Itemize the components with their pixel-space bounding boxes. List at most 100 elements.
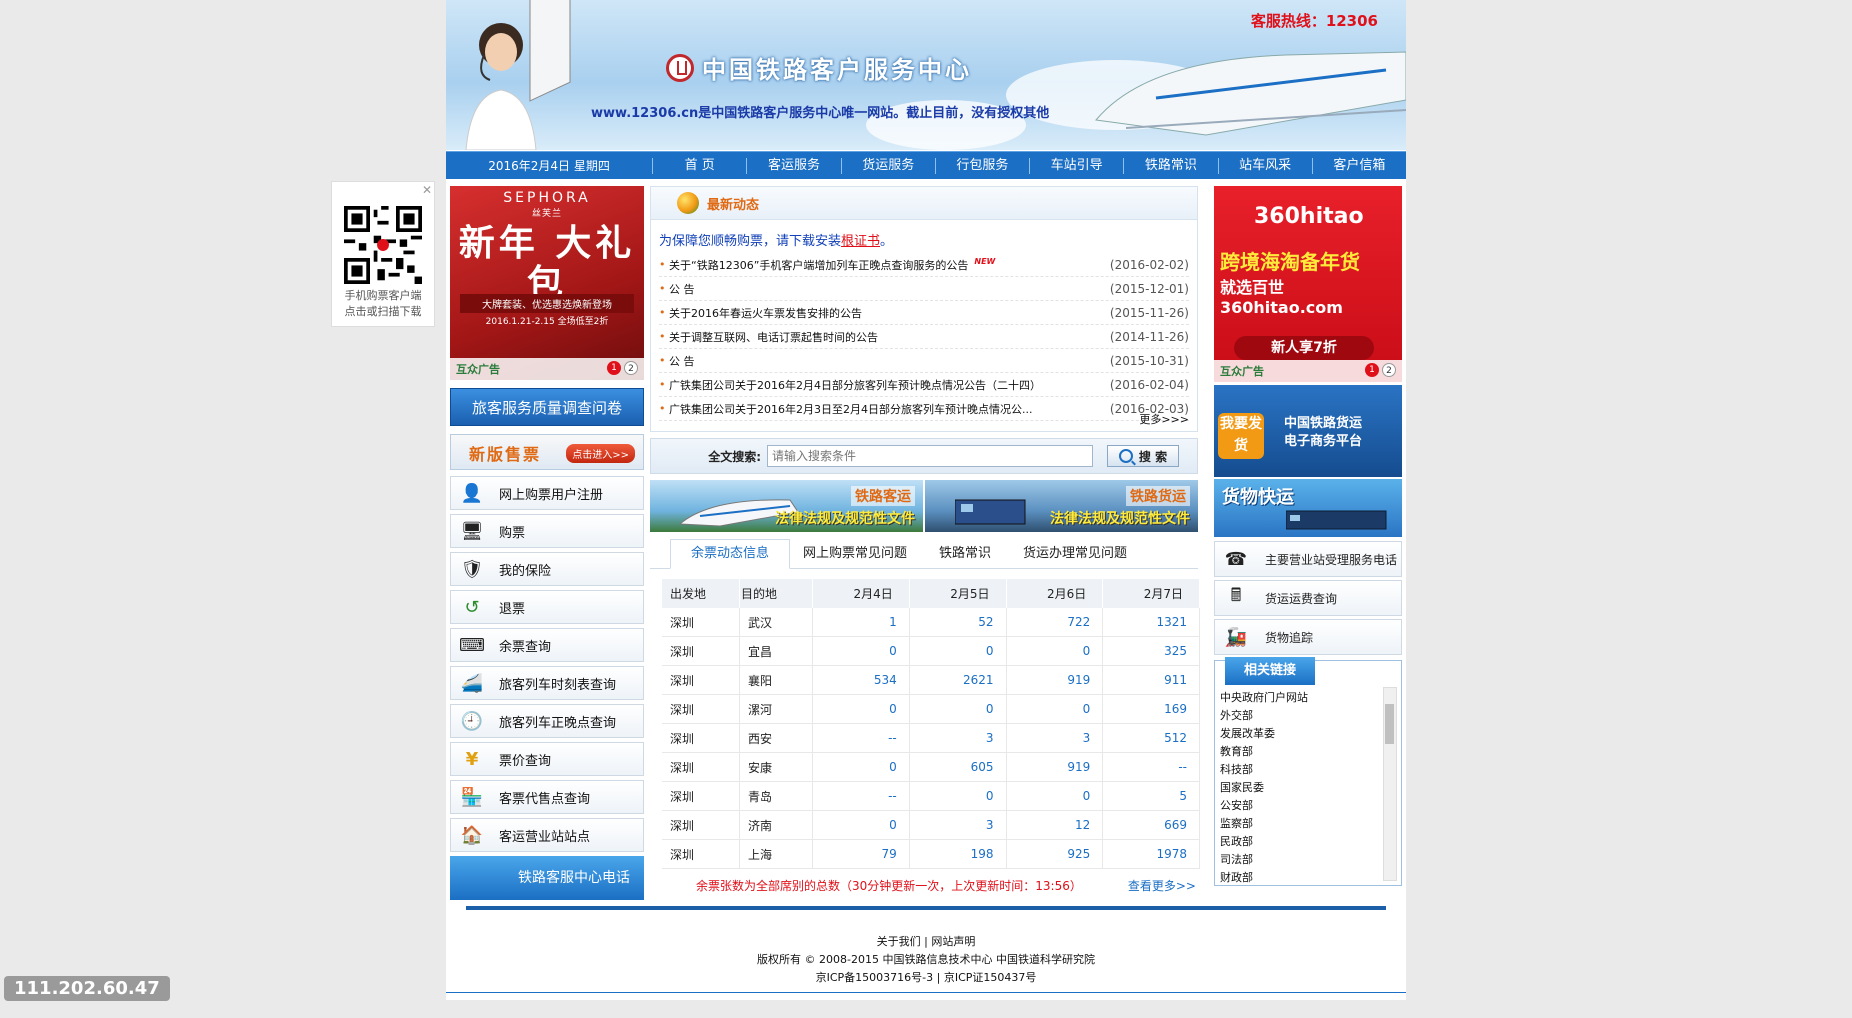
table-more-link[interactable]: 查看更多>> <box>1128 877 1196 894</box>
related-link[interactable]: 外交部 <box>1220 707 1308 725</box>
hitao-ad[interactable]: 360hitao 跨境海淘备年货 就选百世360hitao.com 新人享7折 … <box>1214 186 1402 382</box>
service-phone-banner[interactable]: 铁路客服中心电话 <box>450 856 644 900</box>
related-link[interactable]: 公安部 <box>1220 797 1308 815</box>
menu-label: 货物追踪 <box>1265 630 1314 645</box>
news-item[interactable]: • 关于调整互联网、电话订票起售时间的公告 (2014-11-26) <box>659 325 1189 349</box>
site-logo[interactable]: 中国铁路客户服务中心 <box>666 50 972 85</box>
survey-button[interactable]: 旅客服务质量调查问卷 <box>450 388 644 426</box>
sephora-ad[interactable]: SEPHORA 丝芙兰 新年 大礼包 大牌套装、优选惠选焕新登场 2016.1.2… <box>450 186 644 380</box>
express-freight-banner[interactable]: 货物快运 <box>1214 479 1402 537</box>
related-link[interactable]: 国家民委 <box>1220 779 1308 797</box>
enter-button[interactable]: 点击进入>> <box>566 444 635 463</box>
menu-item-fare[interactable]: ¥ 票价查询 <box>450 742 644 776</box>
ticket-count-cell: 3 <box>909 810 1007 840</box>
ticket-count-cell: 0 <box>812 694 910 724</box>
related-link[interactable]: 财政部 <box>1220 869 1308 887</box>
news-title-text[interactable]: 公 告 <box>669 281 1093 297</box>
news-title-text[interactable]: 关于2016年春运火车票发售安排的公告 <box>669 305 1093 321</box>
links-scrollbar[interactable] <box>1383 687 1397 881</box>
menu-item-tracking[interactable]: 🚂 货物追踪 <box>1214 619 1402 655</box>
ad-slide-dot[interactable]: 1 <box>607 361 621 375</box>
ticket-count-cell: 512 <box>1102 723 1200 753</box>
origin-cell: 深圳 <box>662 694 740 724</box>
search-label: 全文搜索: <box>708 449 761 464</box>
tab-railway-knowledge[interactable]: 铁路常识 <box>920 540 1010 568</box>
ad-slide-dot[interactable]: 2 <box>1382 363 1396 377</box>
law-banners: 铁路客运 法律法规及规范性文件 铁路货运 法律法规及规范性文件 <box>650 480 1198 532</box>
table-body: 深圳 武汉 1 52 722 1321 深圳 宜昌 0 0 0 325 深圳 襄阳 534 2621 919 91… <box>662 608 1200 869</box>
ticket-count-cell: 605 <box>909 752 1007 782</box>
tab-freight-faq[interactable]: 货运办理常见问题 <box>1010 540 1140 568</box>
ad-footer: 互众广告 12 <box>450 358 644 380</box>
news-item[interactable]: • 广铁集团公司关于2016年2月3日至2月4日部分旅客列车预计晚点情况公...(… <box>659 397 1189 421</box>
tab-online-faq[interactable]: 网上购票常见问题 <box>790 540 920 568</box>
related-link[interactable]: 教育部 <box>1220 743 1308 761</box>
bullet-icon: • <box>659 282 666 295</box>
ticket-count-cell: 911 <box>1102 665 1200 695</box>
related-link[interactable]: 监察部 <box>1220 815 1308 833</box>
news-item[interactable]: • 公 告 (2015-12-01) <box>659 277 1189 301</box>
search-button[interactable]: 搜 索 <box>1107 445 1179 467</box>
tagline: www.12306.cn是中国铁路客户服务中心唯一网站。截止目前，没有授权其他 <box>591 102 1049 121</box>
root-cert-link[interactable]: 根证书 <box>841 234 880 249</box>
related-link[interactable]: 司法部 <box>1220 851 1308 869</box>
tab-remaining-tickets[interactable]: 余票动态信息 <box>670 539 790 569</box>
menu-item-timetable[interactable]: 🚄 旅客列车时刻表查询 <box>450 666 644 700</box>
news-item[interactable]: • 公 告 (2015-10-31) <box>659 349 1189 373</box>
nav-station-style[interactable]: 站车风采 <box>1217 157 1312 174</box>
footer-links[interactable]: 关于我们 | 网站声明 <box>446 933 1406 951</box>
news-title-text[interactable]: 关于“铁路12306”手机客户端增加列车正晚点查询服务的公告 NEW <box>669 257 1093 273</box>
menu-item-register[interactable]: 👤 网上购票用户注册 <box>450 476 644 510</box>
related-link[interactable]: 中央政府门户网站 <box>1220 689 1308 707</box>
right-menu: ☎ 主要营业站受理服务电话 🖩 货运运费查询 🚂 货物追踪 <box>1214 541 1402 655</box>
news-more-link[interactable]: 更多>>> <box>1139 411 1189 427</box>
law-text: 法律法规及规范性文件 <box>775 511 915 527</box>
search-input[interactable] <box>767 445 1093 467</box>
news-title-text[interactable]: 公 告 <box>669 353 1093 369</box>
table-row: 深圳 青岛 -- 0 0 5 <box>662 781 1200 811</box>
ad-slide-dot[interactable]: 2 <box>624 361 638 375</box>
nav-luggage-service[interactable]: 行包服务 <box>934 157 1029 174</box>
nav-station-guide[interactable]: 车站引导 <box>1029 157 1123 174</box>
new-ticketing-banner[interactable]: 新版售票 点击进入>> <box>450 434 644 470</box>
nav-freight-service[interactable]: 货运服务 <box>840 157 935 174</box>
scrollbar-thumb[interactable] <box>1385 704 1394 744</box>
menu-item-stations[interactable]: 🏠 客运营业站站点 <box>450 818 644 852</box>
freight-law-banner[interactable]: 铁路货运 法律法规及规范性文件 <box>925 480 1198 532</box>
related-link[interactable]: 发展改革委 <box>1220 725 1308 743</box>
bottom-border <box>446 992 1406 993</box>
shop-icon: 🏪 <box>460 786 484 808</box>
passenger-law-banner[interactable]: 铁路客运 法律法规及规范性文件 <box>650 480 923 532</box>
menu-item-refund[interactable]: ↺ 退票 <box>450 590 644 624</box>
news-title-text[interactable]: 广铁集团公司关于2016年2月3日至2月4日部分旅客列车预计晚点情况公... <box>669 401 1093 417</box>
price-icon: ¥ <box>465 748 479 770</box>
news-item[interactable]: • 关于2016年春运火车票发售安排的公告 (2015-11-26) <box>659 301 1189 325</box>
menu-item-buy[interactable]: 🖥 购票 <box>450 514 644 548</box>
nav-home[interactable]: 首 页 <box>652 157 746 174</box>
nav-passenger-service[interactable]: 客运服务 <box>746 157 840 174</box>
news-item[interactable]: • 关于“铁路12306”手机客户端增加列车正晚点查询服务的公告 NEW (2016-… <box>659 253 1189 277</box>
qr-download-widget[interactable]: ✕ 手机购票客户端 点击或扫描下载 <box>331 181 435 327</box>
news-date: (2015-10-31) <box>1109 353 1189 368</box>
freight-ecommerce-banner[interactable]: 我要发货 中国铁路货运 电子商务平台 <box>1214 385 1402 477</box>
menu-item-delay[interactable]: 🕘 旅客列车正晚点查询 <box>450 704 644 738</box>
news-title-text[interactable]: 关于调整互联网、电话订票起售时间的公告 <box>669 329 1093 345</box>
nav-customer-mailbox[interactable]: 客户信箱 <box>1311 157 1406 174</box>
related-link[interactable]: 科技部 <box>1220 761 1308 779</box>
menu-item-station-phones[interactable]: ☎ 主要营业站受理服务电话 <box>1214 541 1402 577</box>
menu-item-insurance[interactable]: 🛡 我的保险 <box>450 552 644 586</box>
qr-code-icon[interactable] <box>344 206 422 284</box>
menu-item-agency[interactable]: 🏪 客票代售点查询 <box>450 780 644 814</box>
news-item[interactable]: • 广铁集团公司关于2016年2月4日部分旅客列车预计晚点情况公告（二十四） (20… <box>659 373 1189 397</box>
menu-label: 票价查询 <box>499 753 552 769</box>
ad-slide-dot[interactable]: 1 <box>1365 363 1379 377</box>
related-link[interactable]: 民政部 <box>1220 833 1308 851</box>
right-column: 360hitao 跨境海淘备年货 就选百世360hitao.com 新人享7折 … <box>1214 186 1402 886</box>
menu-item-remaining-tickets[interactable]: ⌨ 余票查询 <box>450 628 644 662</box>
news-title-text[interactable]: 广铁集团公司关于2016年2月4日部分旅客列车预计晚点情况公告（二十四） <box>669 377 1093 393</box>
ticket-count-cell: 52 <box>909 608 1007 637</box>
tagline-url: www.12306.cn <box>591 106 699 121</box>
close-icon[interactable]: ✕ <box>422 183 432 197</box>
nav-railway-knowledge[interactable]: 铁路常识 <box>1123 157 1217 174</box>
menu-item-freight-fee[interactable]: 🖩 货运运费查询 <box>1214 580 1402 616</box>
